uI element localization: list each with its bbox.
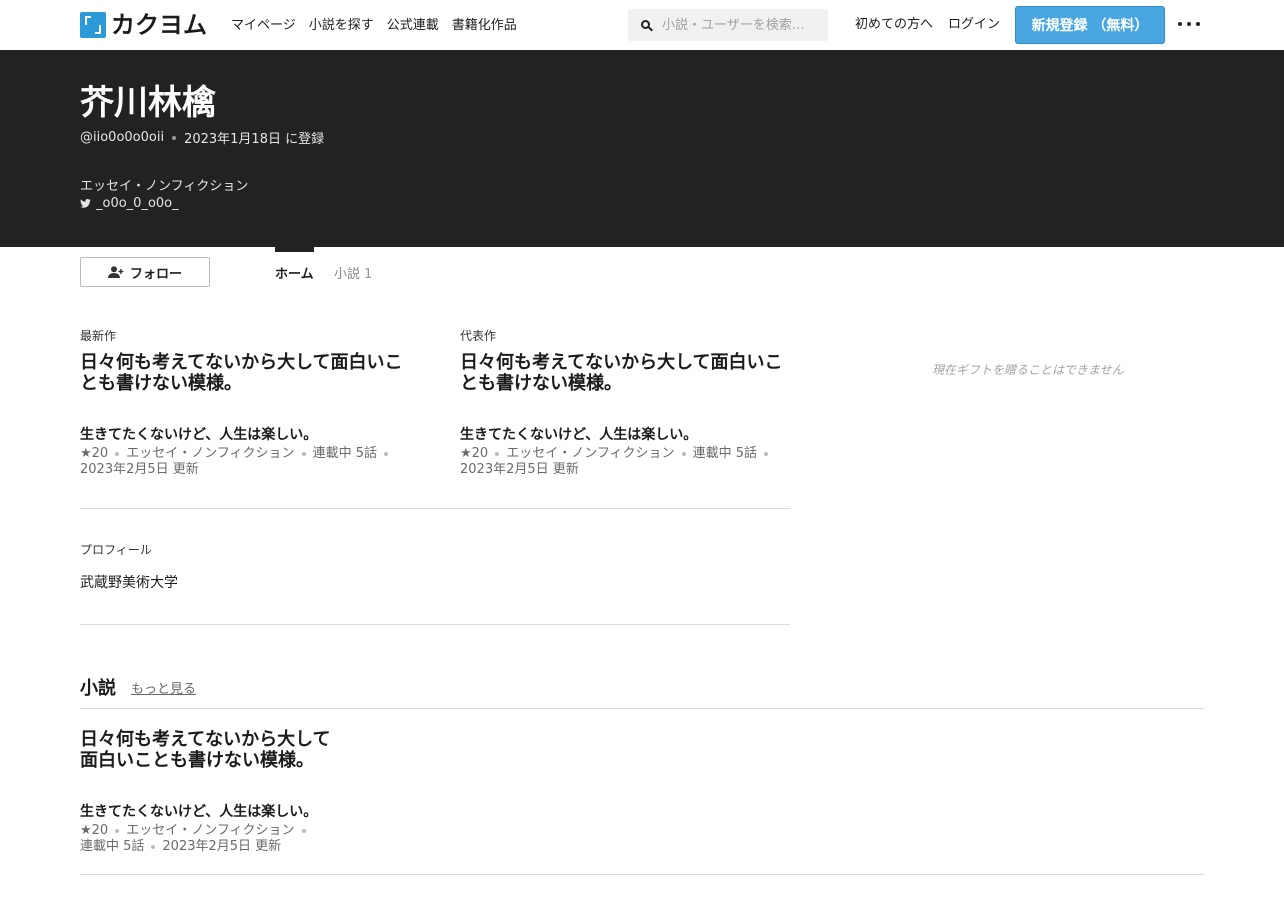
profile-text: 武蔵野美術大学 <box>80 575 178 591</box>
separator-dot <box>115 451 120 456</box>
novel-item-meta: ★20 エッセイ・ノンフィクション 連載中 5話 2023年2月5日 更新 <box>80 823 330 855</box>
work-status: 連載中 5話 <box>312 446 377 461</box>
star-count: ★20 <box>80 446 109 461</box>
site-header: カクヨム マイページ 小説を探す 公式連載 書籍化作品 初めての方へ ログイン … <box>0 0 1284 50</box>
twitter-link[interactable]: _o0o_0_o0o_ <box>80 196 179 211</box>
featured-work-catchphrase: 生きてたくないけど、人生は楽しい。 <box>460 427 698 443</box>
nav-mypage[interactable]: マイページ <box>231 17 296 35</box>
follow-label: フォロー <box>129 265 182 281</box>
author-meta: @iio0o0o0oii 2023年1月18日 に登録 <box>80 128 324 147</box>
author-genre: エッセイ・ノンフィクション <box>80 179 249 194</box>
star-count: ★20 <box>460 446 489 461</box>
featured-work-title[interactable]: 日々何も考えてないから大して面白いことも書けない模様。 <box>460 352 795 394</box>
see-more-link[interactable]: もっと見る <box>131 678 196 697</box>
divider <box>80 508 790 509</box>
novel-item-title[interactable]: 日々何も考えてないから大して 面白いことも書けない模様。 <box>80 729 360 771</box>
work-updated: 2023年2月5日 更新 <box>80 462 199 477</box>
logo-text: カクヨム <box>111 11 207 39</box>
nav-find-novels[interactable]: 小説を探す <box>309 17 374 35</box>
site-logo[interactable]: カクヨム <box>80 11 207 39</box>
latest-work-catchphrase: 生きてたくないけど、人生は楽しい。 <box>80 427 318 443</box>
separator-dot <box>495 451 500 456</box>
nav-official-series[interactable]: 公式連載 <box>387 17 439 35</box>
divider <box>80 624 790 625</box>
search-input[interactable] <box>662 17 824 33</box>
tab-novels[interactable]: 小説 1 <box>334 266 372 284</box>
novel-title-line2: 面白いことも書けない模様。 <box>80 750 314 771</box>
follow-button[interactable]: フォロー <box>80 257 210 287</box>
signup-button[interactable]: 新規登録 （無料） <box>1015 6 1165 44</box>
featured-work-meta: ★20 エッセイ・ノンフィクション 連載中 5話 2023年2月5日 更新 <box>460 446 790 478</box>
novel-item-catchphrase: 生きてたくないけど、人生は楽しい。 <box>80 804 318 820</box>
work-updated: 2023年2月5日 更新 <box>162 839 282 854</box>
work-status: 連載中 5話 <box>80 839 145 854</box>
divider <box>80 874 1204 875</box>
active-tab-indicator <box>275 247 314 252</box>
tab-home[interactable]: ホーム <box>275 266 314 284</box>
registration-date: 2023年1月18日 に登録 <box>184 132 325 147</box>
latest-work-label: 最新作 <box>80 329 117 343</box>
add-user-icon <box>107 266 124 278</box>
featured-work-label: 代表作 <box>460 329 497 343</box>
author-handle: @iio0o0o0oii <box>80 130 165 145</box>
profile-hero: 芥川林檎 @iio0o0o0oii 2023年1月18日 に登録 エッセイ・ノン… <box>0 50 1284 247</box>
main-nav: マイページ 小説を探す 公式連載 書籍化作品 <box>231 17 530 35</box>
work-genre: エッセイ・ノンフィクション <box>126 446 295 461</box>
twitter-icon <box>80 199 91 208</box>
login-link[interactable]: ログイン <box>948 16 1000 34</box>
work-status: 連載中 5話 <box>692 446 757 461</box>
novel-title-line1: 日々何も考えてないから大して <box>80 729 331 750</box>
author-name: 芥川林檎 <box>80 83 216 123</box>
work-updated: 2023年2月5日 更新 <box>460 462 579 477</box>
separator-dot <box>172 135 177 140</box>
logo-mark-icon <box>80 12 106 38</box>
separator-dot <box>681 451 686 456</box>
work-genre: エッセイ・ノンフィクション <box>506 446 675 461</box>
separator-dot <box>383 451 388 456</box>
beginners-link[interactable]: 初めての方へ <box>855 16 933 34</box>
star-count: ★20 <box>80 823 109 838</box>
separator-dot <box>763 451 768 456</box>
search-icon[interactable] <box>628 9 658 41</box>
latest-work-meta: ★20 エッセイ・ノンフィクション 連載中 5話 2023年2月5日 更新 <box>80 446 410 478</box>
latest-work-title[interactable]: 日々何も考えてないから大して面白いことも書けない模様。 <box>80 352 415 394</box>
more-menu-icon[interactable] <box>1178 22 1200 28</box>
nav-published-works[interactable]: 書籍化作品 <box>452 17 517 35</box>
separator-dot <box>151 844 156 849</box>
novels-heading: 小説 <box>80 678 116 699</box>
tab-novels-count: 1 <box>364 267 373 282</box>
search-box <box>628 9 828 41</box>
work-genre: エッセイ・ノンフィクション <box>126 823 295 838</box>
twitter-handle: _o0o_0_o0o_ <box>96 196 179 211</box>
divider <box>80 708 1204 709</box>
separator-dot <box>301 828 306 833</box>
profile-label: プロフィール <box>80 543 152 557</box>
tab-novels-label: 小説 <box>334 267 361 282</box>
gift-unavailable-note: 現在ギフトを贈ることはできません <box>932 363 1124 377</box>
separator-dot <box>301 451 306 456</box>
separator-dot <box>115 828 120 833</box>
